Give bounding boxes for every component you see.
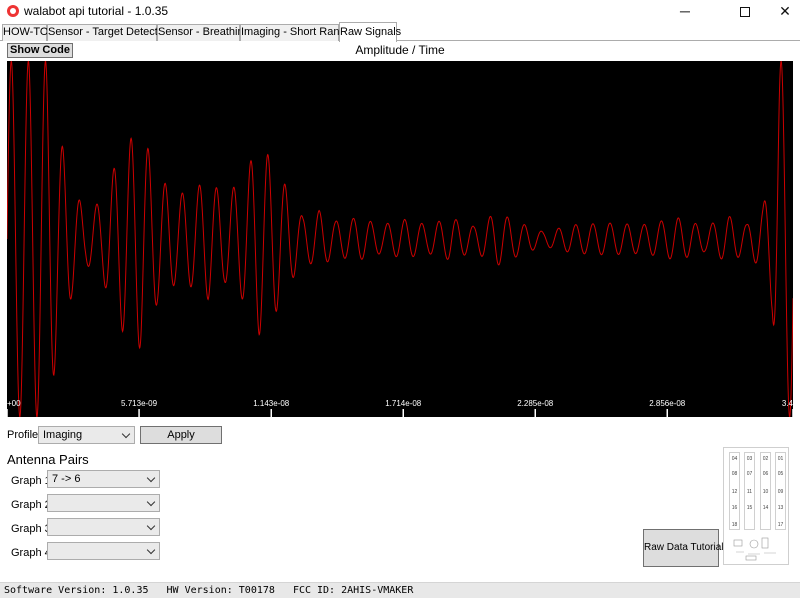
graph-2-select[interactable] [47,494,160,512]
chevron-down-icon [121,429,131,439]
antenna-label: 08 [731,471,738,477]
antenna-label: 18 [731,522,738,528]
status-bar: Software Version: 1.0.35 HW Version: T00… [0,582,800,598]
antenna-pairs-title: Antenna Pairs [7,452,89,467]
antenna-label: 11 [746,489,753,495]
title-bar: walabot api tutorial - 1.0.35 ─ ✕ [0,0,800,22]
signal-series-line [7,61,793,417]
tab-raw-signals[interactable]: Raw Signals [339,22,401,42]
antenna-label: 02 [762,456,769,462]
x-axis-tick-label: 1.714e-08 [385,399,422,408]
chevron-down-icon [146,473,156,483]
chevron-down-icon [146,545,156,555]
tab-sensor-breathing[interactable]: Sensor - Breathing [157,24,250,41]
antenna-label: 04 [731,456,738,462]
software-version: Software Version: 1.0.35 [4,585,149,596]
antenna-label: 06 [762,471,769,477]
antenna-board-diagram: 04 03 02 01 08 07 06 05 12 11 10 09 16 1… [723,447,789,565]
walabot-app-icon [7,5,19,17]
tab-sensor-target-detection[interactable]: Sensor - Target Detection [47,24,173,41]
antenna-label: 14 [762,505,769,511]
x-axis-tick-label: 5.713e-09 [121,399,158,408]
antenna-label: 09 [777,489,784,495]
tab-bar: HOW-TO Sensor - Target Detection Sensor … [0,22,800,42]
chart-title: Amplitude / Time [355,43,445,57]
tab-how-to[interactable]: HOW-TO [2,24,48,41]
amplitude-time-plot: +00 5.713e-09 1.143e-08 1.714e-08 2.285e-08 2… [7,61,793,417]
close-icon: ✕ [779,3,791,19]
signal-chart: +00 5.713e-09 1.143e-08 1.714e-08 2.285e-08 2… [7,61,793,417]
antenna-label: 01 [777,456,784,462]
window-title: walabot api tutorial - 1.0.35 [24,4,169,18]
apply-button[interactable]: Apply [140,426,222,444]
antenna-label: 10 [762,489,769,495]
antenna-label: 17 [777,522,784,528]
board-components-drawing [733,537,776,561]
x-axis-tick-label: 3.4 [782,399,793,408]
chevron-down-icon [146,521,156,531]
antenna-label: 13 [777,505,784,511]
hw-version: HW Version: T00178 [166,585,275,596]
close-button[interactable]: ✕ [762,0,800,22]
graph-1-select[interactable]: 7 -> 6 [47,470,160,488]
antenna-label: 03 [746,456,753,462]
show-code-button[interactable]: Show Code [7,43,73,58]
x-axis-tick-label: +00 [7,399,21,408]
chevron-down-icon [146,497,156,507]
antenna-label: 15 [746,505,753,511]
fcc-id: FCC ID: 2AHIS-VMAKER [292,585,414,596]
profile-select-value: Imaging [43,429,83,441]
x-axis-tick-label: 2.285e-08 [517,399,554,408]
raw-data-tutorial-button[interactable]: Raw Data Tutorial [643,529,723,567]
x-axis-tick-label: 1.143e-08 [253,399,290,408]
antenna-label: 05 [777,471,784,477]
antenna-label: 16 [731,505,738,511]
x-axis-tick-label: 2.856e-08 [649,399,686,408]
antenna-label: 12 [731,489,738,495]
graph-3-select[interactable] [47,518,160,536]
minimize-button[interactable]: ─ [662,0,708,22]
profile-label: Profile: [7,429,42,441]
tab-imaging-short-range[interactable]: Imaging - Short Range [240,24,352,41]
maximize-icon [740,7,750,18]
graph-4-select[interactable] [47,542,160,560]
graph-1-select-value: 7 -> 6 [52,473,81,485]
profile-select[interactable]: Imaging [38,426,135,444]
antenna-label: 07 [746,471,753,477]
minimize-icon: ─ [680,3,690,19]
